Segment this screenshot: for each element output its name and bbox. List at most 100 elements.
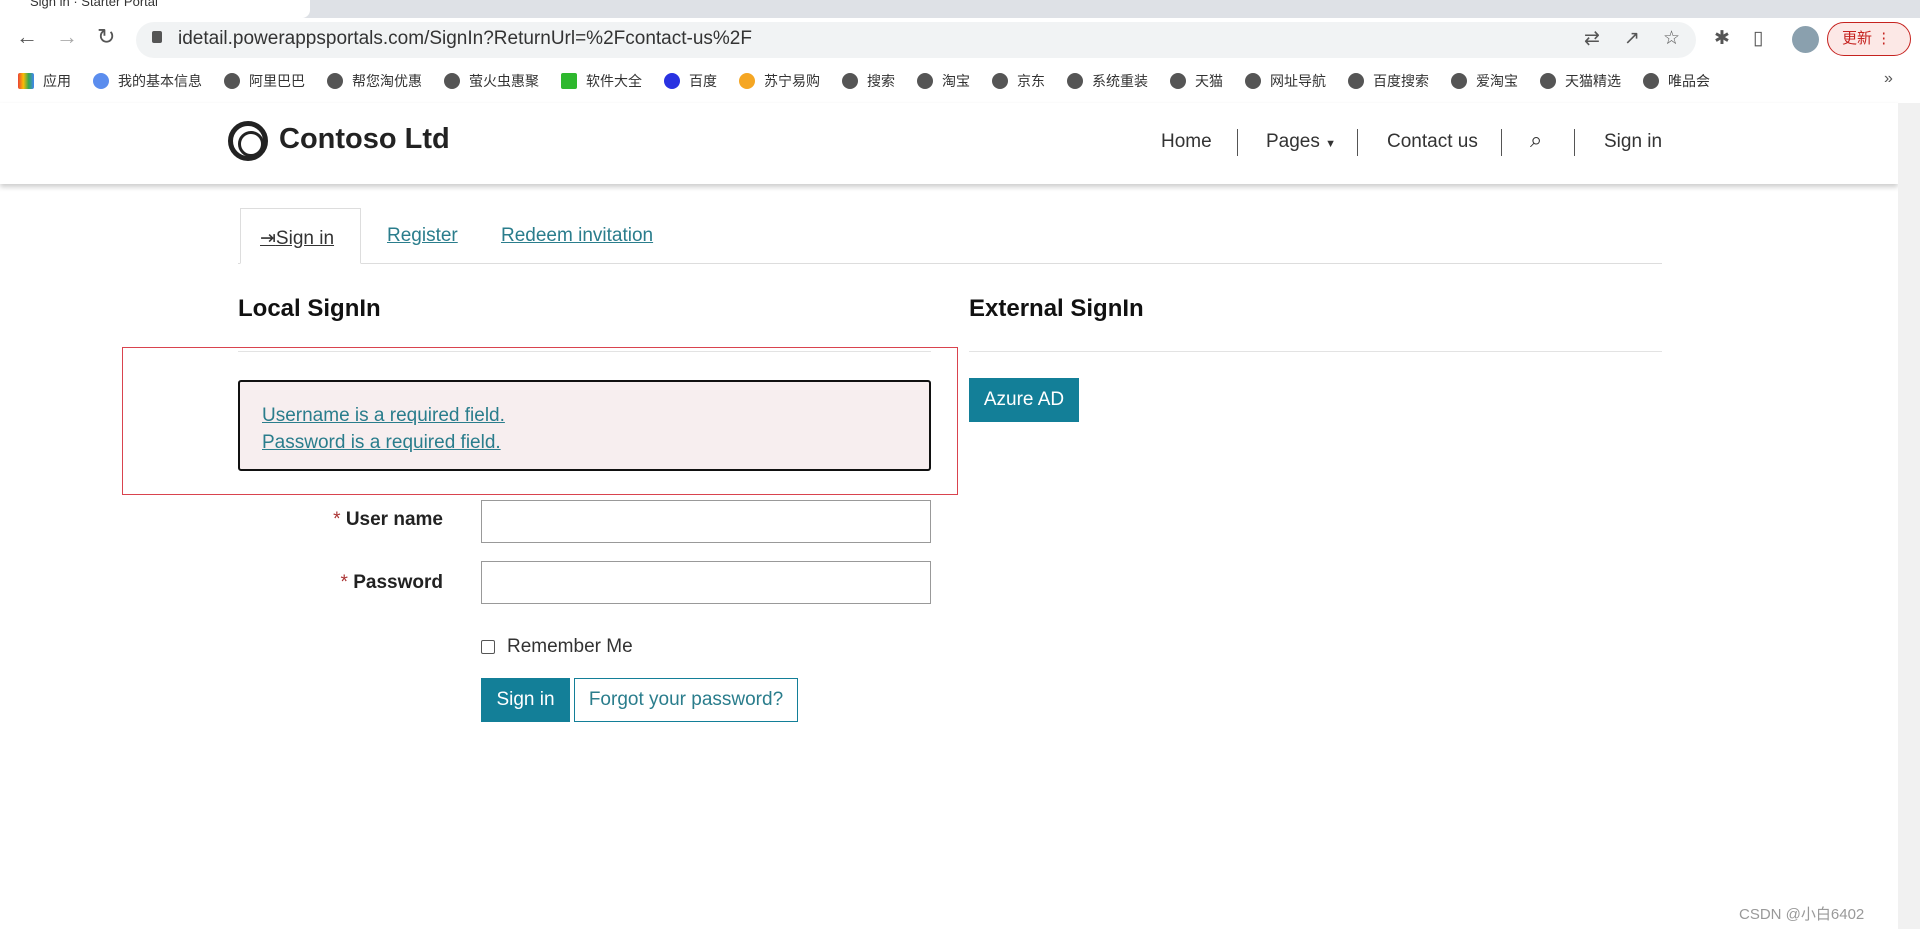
bookmark-label: 天猫 <box>1195 73 1223 89</box>
logo-icon[interactable] <box>228 121 268 161</box>
error-link-username[interactable]: Username is a required field. <box>262 402 929 429</box>
scrollbar[interactable] <box>1898 103 1920 929</box>
bookmark[interactable]: 京东 <box>992 71 1045 91</box>
bookmark[interactable]: 淘宝 <box>917 71 970 91</box>
menu-dots-icon: ⋮ <box>1876 30 1892 47</box>
bookmark[interactable]: 网址导航 <box>1245 71 1326 91</box>
bookmark-label: 天猫精选 <box>1565 73 1621 89</box>
extensions-icon[interactable]: ✱ <box>1714 27 1730 50</box>
bookmark-label: 萤火虫惠聚 <box>469 73 539 89</box>
bookmark[interactable]: 我的基本信息 <box>93 71 202 91</box>
sign-in-button[interactable]: Sign in <box>481 678 570 722</box>
bookmark-label: 系统重装 <box>1092 73 1148 89</box>
remember-me-label: Remember Me <box>507 636 633 657</box>
bookmark-label: 阿里巴巴 <box>249 73 305 89</box>
globe-icon <box>992 73 1008 89</box>
globe-icon <box>1540 73 1556 89</box>
url-text[interactable]: idetail.powerappsportals.com/SignIn?Retu… <box>178 28 752 50</box>
bookmark-label: 京东 <box>1017 73 1045 89</box>
remember-me-checkbox[interactable] <box>481 640 495 654</box>
bookmark-label: 帮您淘优惠 <box>352 73 422 89</box>
bookmark[interactable]: 百度搜索 <box>1348 71 1429 91</box>
globe-icon <box>842 73 858 89</box>
bookmark[interactable]: 爱淘宝 <box>1451 71 1518 91</box>
local-signin-heading: Local SignIn <box>238 295 381 322</box>
error-link-password[interactable]: Password is a required field. <box>262 429 929 456</box>
password-label: * Password <box>243 572 443 594</box>
bookmark-label: 苏宁易购 <box>764 73 820 89</box>
side-panel-icon[interactable]: ▯ <box>1753 27 1763 50</box>
bookmark[interactable]: 帮您淘优惠 <box>327 71 422 91</box>
apps-icon <box>18 73 34 89</box>
globe-icon <box>1245 73 1261 89</box>
nav-pages-label: Pages <box>1266 131 1320 152</box>
globe-icon <box>327 73 343 89</box>
bookmark-label: 软件大全 <box>586 73 642 89</box>
update-button[interactable]: 更新 ⋮ <box>1827 22 1911 56</box>
globe-icon <box>917 73 933 89</box>
download-icon <box>561 73 577 89</box>
globe-icon <box>1170 73 1186 89</box>
back-icon[interactable]: ← <box>16 24 38 50</box>
globe-icon <box>1451 73 1467 89</box>
tab-redeem-invitation[interactable]: Redeem invitation <box>501 225 653 247</box>
tab-title: Sign in · Starter Portal <box>30 0 158 9</box>
bookmark-label: 百度搜索 <box>1373 73 1429 89</box>
bookmark[interactable]: 唯品会 <box>1643 71 1710 91</box>
bookmark[interactable]: 应用 <box>18 71 71 91</box>
nav-divider <box>1501 129 1502 156</box>
bookmark[interactable]: 百度 <box>664 71 717 91</box>
bookmark-label: 我的基本信息 <box>118 73 202 89</box>
bookmark[interactable]: 软件大全 <box>561 71 642 91</box>
search-icon[interactable]: ⌕ <box>1530 127 1542 153</box>
bookmark-label: 应用 <box>43 73 71 89</box>
bookmark[interactable]: 系统重装 <box>1067 71 1148 91</box>
password-input[interactable] <box>481 561 931 604</box>
required-mark: * <box>340 572 348 593</box>
watermark: CSDN @小白6402 <box>1739 906 1865 923</box>
bookmark[interactable]: 天猫 <box>1170 71 1223 91</box>
forward-icon[interactable]: → <box>56 24 78 50</box>
bookmark-label: 爱淘宝 <box>1476 73 1518 89</box>
star-icon[interactable]: ☆ <box>1663 27 1680 50</box>
nav-divider <box>1357 129 1358 156</box>
nav-home[interactable]: Home <box>1161 131 1212 153</box>
username-label-text: User name <box>345 509 443 530</box>
bookmark[interactable]: 天猫精选 <box>1540 71 1621 91</box>
bookmark[interactable]: 苏宁易购 <box>739 71 820 91</box>
bookmark-label: 搜索 <box>867 73 895 89</box>
bookmark[interactable]: 搜索 <box>842 71 895 91</box>
globe-icon <box>224 73 240 89</box>
nav-contact[interactable]: Contact us <box>1387 131 1478 153</box>
translate-icon[interactable]: ⇄ <box>1584 27 1600 50</box>
more-bookmarks-icon[interactable]: » <box>1884 70 1893 88</box>
update-label: 更新 <box>1842 30 1873 47</box>
globe-icon <box>1067 73 1083 89</box>
forgot-password-button[interactable]: Forgot your password? <box>574 678 798 722</box>
sign-in-icon: ⇥ <box>260 228 276 249</box>
browser-tab[interactable]: Sign in · Starter Portal <box>0 0 310 18</box>
azure-ad-button[interactable]: Azure AD <box>969 378 1079 422</box>
reload-icon[interactable]: ↻ <box>97 24 115 50</box>
bookmark[interactable]: 萤火虫惠聚 <box>444 71 539 91</box>
bookmark-label: 网址导航 <box>1270 73 1326 89</box>
required-mark: * <box>333 509 341 530</box>
nav-pages[interactable]: Pages ▼ <box>1266 131 1336 153</box>
nav-signin[interactable]: Sign in <box>1604 131 1662 153</box>
globe-icon <box>444 73 460 89</box>
profile-avatar[interactable] <box>1792 26 1819 53</box>
lock-icon[interactable] <box>152 31 162 43</box>
tab-register[interactable]: Register <box>387 225 458 247</box>
bookmark[interactable]: 阿里巴巴 <box>224 71 305 91</box>
remember-me[interactable]: Remember Me <box>481 636 633 658</box>
bookmark-label: 唯品会 <box>1668 73 1710 89</box>
username-input[interactable] <box>481 500 931 543</box>
tab-signin-label: Sign in <box>275 228 335 249</box>
validation-summary: Username is a required field. Password i… <box>238 380 931 471</box>
tabs-divider <box>238 263 1662 264</box>
brand-name[interactable]: Contoso Ltd <box>279 123 450 156</box>
share-icon[interactable]: ↗ <box>1624 27 1640 50</box>
external-signin-heading: External SignIn <box>969 295 1144 322</box>
password-label-text: Password <box>353 572 443 593</box>
tab-signin[interactable]: ⇥Sign in <box>240 208 361 264</box>
